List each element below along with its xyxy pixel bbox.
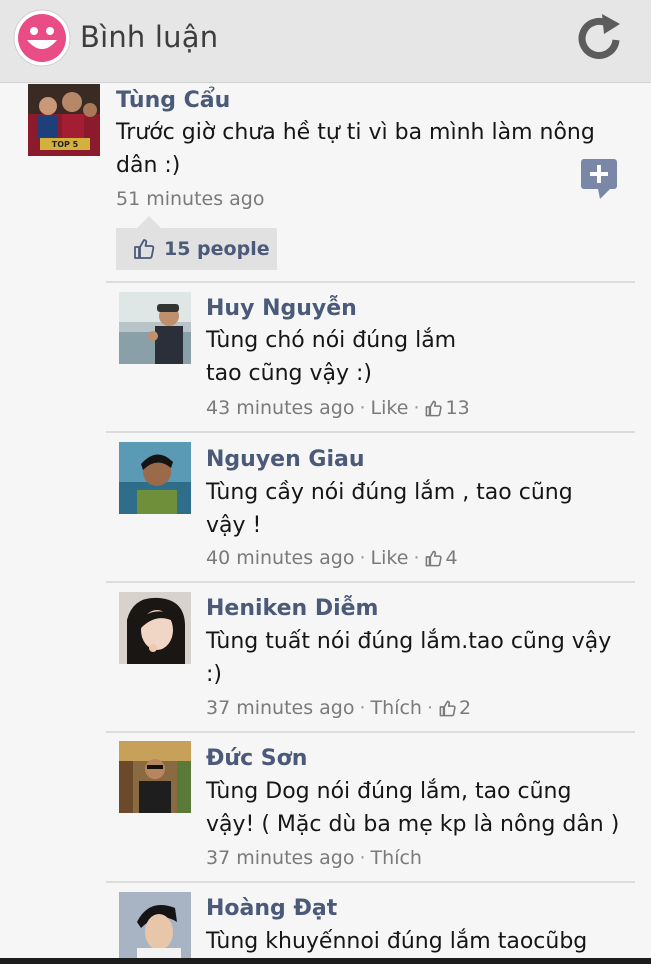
divider [106, 581, 635, 583]
reply-meta: 37 minutes ago · Thích · 2 [206, 697, 471, 719]
like-count: 13 [445, 397, 470, 419]
divider [106, 431, 635, 433]
likes-arrow [137, 216, 161, 228]
thumbs-up-icon [426, 550, 443, 566]
like-count: 2 [459, 697, 472, 719]
reply-text: Tùng khuyếnnoi đúng lắm taocũbg [206, 929, 588, 954]
reply-text: Tùng chó nói đúng lắm tao cũng vậy :) [206, 328, 457, 386]
reply-author[interactable]: Nguyen Giau [206, 447, 365, 472]
reply-author[interactable]: Đức Sơn [206, 746, 307, 771]
reply-author[interactable]: Heniken Diễm [206, 596, 378, 621]
refresh-icon[interactable] [572, 10, 628, 66]
post-likes-count: 15 people [164, 238, 270, 260]
reply-time: 40 minutes ago [206, 547, 355, 569]
post-time: 51 minutes ago [116, 188, 265, 210]
reply-author[interactable]: Huy Nguyễn [206, 296, 357, 321]
page-title: Bình luận [80, 20, 219, 54]
avatar[interactable] [119, 892, 191, 958]
reply-time: 43 minutes ago [206, 397, 355, 419]
avatar[interactable] [119, 741, 191, 813]
post-author[interactable]: Tùng Cẩu [116, 88, 230, 113]
separator: · [359, 547, 366, 569]
divider [106, 731, 635, 733]
like-button[interactable]: Thích [371, 697, 422, 719]
reply-text: Tùng tuất nói đúng lắm.tao cũng vậy :) [206, 629, 612, 687]
thumbs-up-icon [439, 700, 456, 716]
like-button[interactable]: Like [371, 547, 409, 569]
like-button[interactable]: Thích [371, 847, 422, 869]
divider [106, 281, 635, 283]
avatar[interactable] [119, 442, 191, 514]
reply-time: 37 minutes ago [206, 697, 355, 719]
reply-meta: 37 minutes ago · Thích [206, 847, 422, 869]
separator: · [359, 847, 366, 869]
reply-meta: 40 minutes ago · Like · 4 [206, 547, 458, 569]
reply-time: 37 minutes ago [206, 847, 355, 869]
post-likes-button[interactable]: 15 people [116, 228, 277, 270]
divider [106, 881, 635, 883]
like-count: 4 [445, 547, 458, 569]
thumbs-up-icon [134, 239, 155, 259]
post-text: Trước giờ chưa hề tự ti vì ba mình làm n… [116, 120, 595, 178]
add-comment-icon[interactable] [580, 158, 618, 200]
avatar[interactable] [119, 592, 191, 664]
top-bar: Bình luận [0, 0, 651, 83]
separator: · [413, 397, 420, 419]
avatar[interactable] [119, 292, 191, 364]
separator: · [413, 547, 420, 569]
reply-text: Tùng cầy nói đúng lắm , tao cũng vậy ! [206, 480, 573, 538]
reply-meta: 43 minutes ago · Like · 13 [206, 397, 470, 419]
separator: · [359, 397, 366, 419]
separator: · [426, 697, 434, 719]
reply-text: Tùng Dog nói đúng lắm, tao cũng vậy! ( M… [206, 779, 620, 837]
post-time-label: 51 minutes ago [116, 188, 265, 210]
svg-text:TOP 5: TOP 5 [52, 140, 79, 149]
thumbs-up-icon [426, 400, 443, 416]
separator: · [359, 697, 366, 719]
reply-author[interactable]: Hoàng Đạt [206, 896, 337, 921]
screen-bottom-edge [0, 958, 651, 964]
avatar[interactable]: TOP 5 [28, 84, 100, 156]
like-button[interactable]: Like [371, 397, 409, 419]
smiley-icon[interactable] [12, 8, 72, 68]
